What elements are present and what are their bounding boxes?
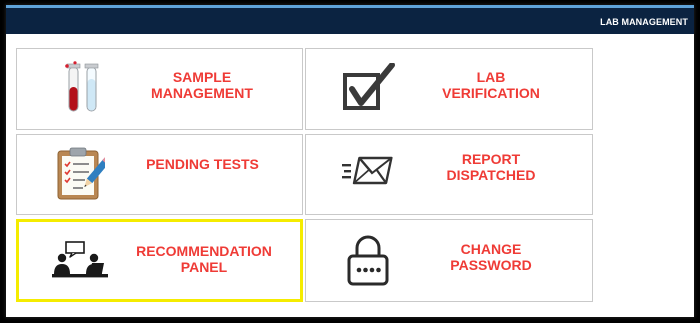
- sample-management-tile[interactable]: SAMPLE MANAGEMENT: [16, 48, 303, 130]
- presentation-icon: [52, 241, 108, 279]
- checkbox-icon: [342, 63, 398, 113]
- pending-tests-label: PENDING TESTS: [146, 156, 259, 172]
- pending-tests-tile[interactable]: PENDING TESTS: [16, 134, 303, 215]
- padlock-icon: [346, 234, 390, 288]
- recommendation-panel-tile[interactable]: RECOMMENDATION PANEL: [16, 219, 303, 302]
- change-password-tile[interactable]: CHANGE PASSWORD: [305, 219, 593, 302]
- lab-verification-tile[interactable]: LAB VERIFICATION: [305, 48, 593, 130]
- lab-verification-label: LAB VERIFICATION: [442, 69, 540, 101]
- report-dispatched-tile[interactable]: REPORT DISPATCHED: [305, 134, 593, 215]
- app-frame: LAB MANAGEMENT SAMPLE MANAGEMENT LAB VER…: [6, 5, 694, 317]
- header-title: LAB MANAGEMENT: [600, 17, 688, 27]
- send-mail-icon: [340, 155, 396, 189]
- sample-management-label: SAMPLE MANAGEMENT: [151, 69, 253, 101]
- report-dispatched-label: REPORT DISPATCHED: [446, 151, 536, 183]
- test-tubes-icon: [63, 61, 105, 113]
- header-bar: LAB MANAGEMENT: [6, 5, 694, 34]
- change-password-label: CHANGE PASSWORD: [450, 241, 532, 273]
- recommendation-panel-label: RECOMMENDATION PANEL: [136, 243, 272, 275]
- clipboard-icon: [55, 146, 105, 202]
